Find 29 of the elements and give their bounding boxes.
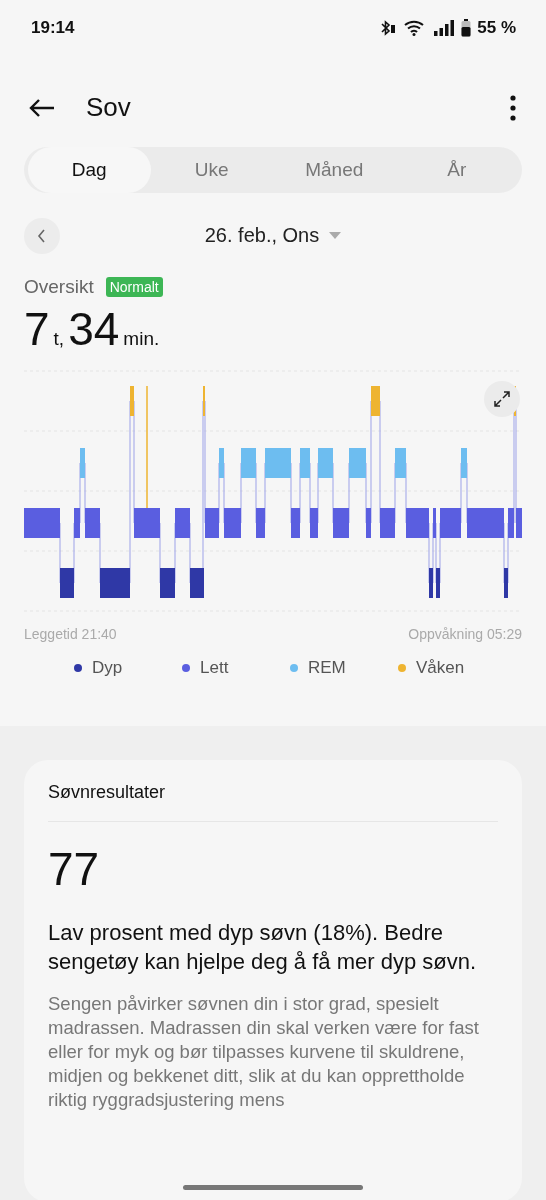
sleep-score: 77: [48, 842, 101, 896]
expand-icon: [493, 390, 511, 408]
wakeup-label: Oppvåkning 05:29: [408, 626, 522, 642]
legend-label: Lett: [200, 658, 229, 678]
period-tab[interactable]: Måned: [273, 147, 396, 193]
more-options-button[interactable]: [508, 92, 518, 123]
date-selector[interactable]: 26. feb., Ons: [198, 223, 348, 248]
result-description: Sengen påvirker søvnen din i stor grad, spesielt madrassen. Madrassen din skal verken være for fast eller for myk og bør tilpasses kurvene til skuldrene, midjen og bekkenet ditt, slik at du kan opprettholde riktig ryggradsjustering mens: [48, 992, 480, 1112]
card-title: Søvnresultater: [48, 782, 167, 803]
bluetooth-icon: [379, 20, 398, 36]
expand-button[interactable]: [484, 381, 520, 417]
bedtime-label: Leggetid 21:40: [24, 626, 117, 642]
result-headline: Lav prosent med dyp søvn (18%). Bedre sengetøy kan hjelpe deg å få mer dyp søvn.: [48, 919, 477, 976]
battery-icon: [461, 19, 472, 37]
period-tab[interactable]: Dag: [28, 147, 151, 193]
page-title: Sov: [86, 92, 132, 123]
period-tab[interactable]: Uke: [150, 147, 273, 193]
period-tab[interactable]: År: [395, 147, 518, 193]
caret-icon: [329, 231, 342, 240]
legend-label: REM: [308, 658, 346, 678]
sleep-duration: 7 t,34 min.: [23, 302, 161, 356]
status-time: 19:14: [31, 18, 75, 38]
legend-label: Våken: [416, 658, 465, 678]
overview-label: Oversikt: [24, 276, 94, 298]
legend-label: Dyp: [92, 658, 123, 678]
battery-percent: 55 %: [477, 18, 516, 38]
signal-icon: [433, 20, 456, 36]
status-badge: Normalt: [105, 277, 163, 297]
chevron-left-icon: [37, 228, 47, 243]
